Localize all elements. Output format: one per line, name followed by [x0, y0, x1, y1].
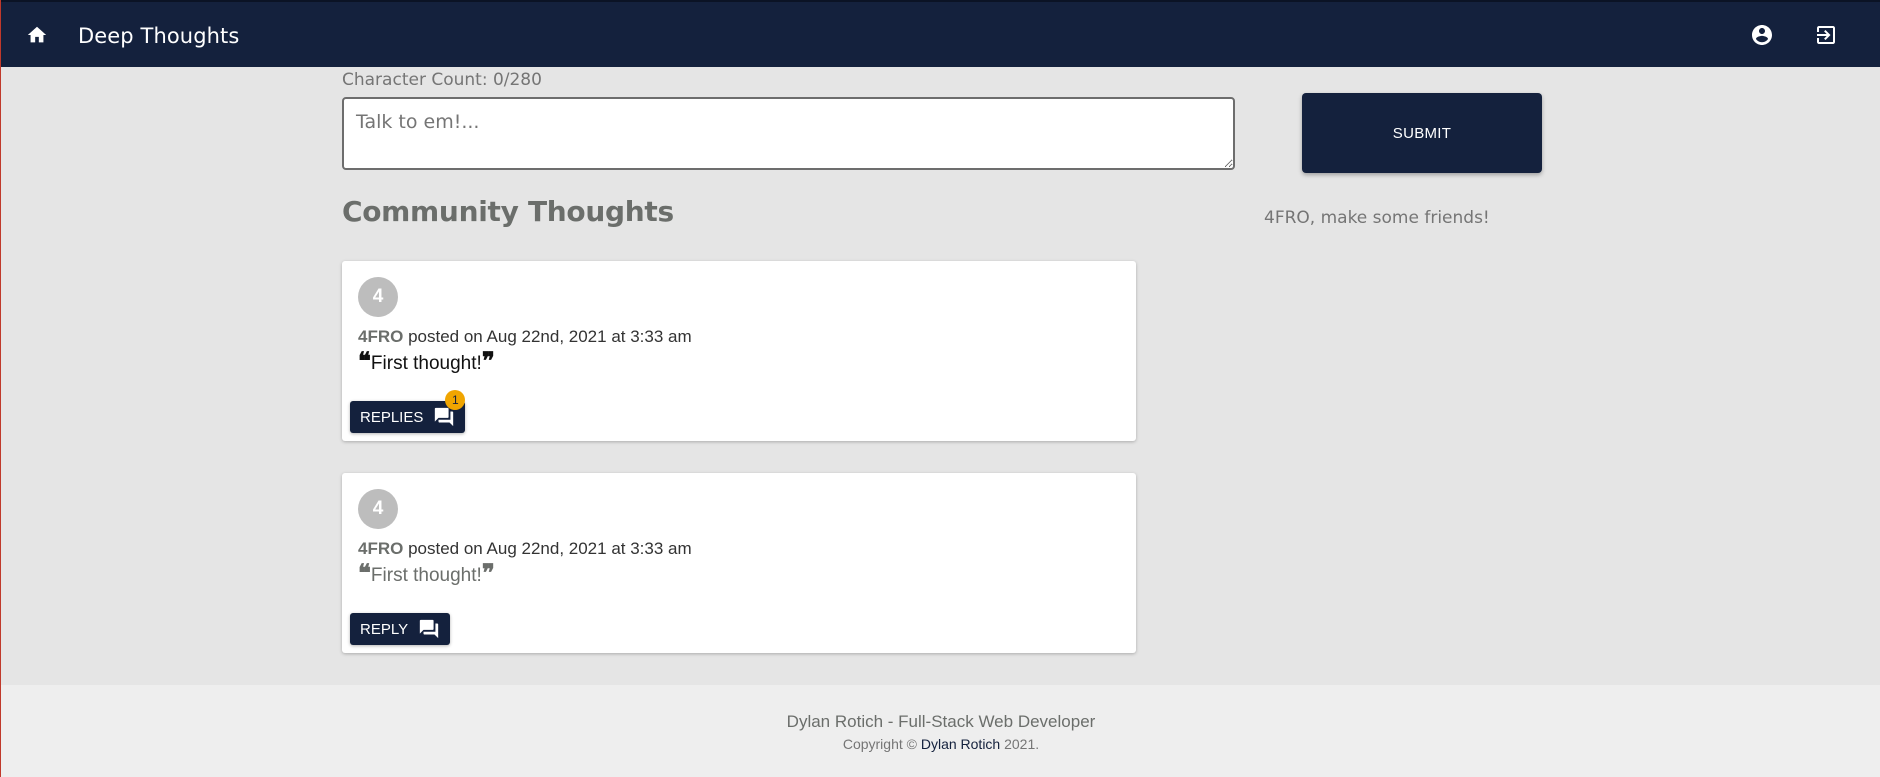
section-title: Community Thoughts: [342, 195, 674, 228]
thought-meta: 4FRO posted on Aug 22nd, 2021 at 3:33 am: [358, 327, 692, 347]
submit-button[interactable]: SUBMIT: [1302, 93, 1542, 173]
reply-button[interactable]: REPLY: [350, 613, 451, 645]
character-count: Character Count: 0/280: [342, 70, 542, 90]
copyright-prefix: Copyright ©: [842, 736, 917, 752]
open-quote-icon: ❝: [358, 558, 371, 587]
friends-message: 4FRO, make some friends!: [1264, 208, 1490, 228]
home-icon[interactable]: [23, 21, 51, 49]
thought-card: 4 4FRO posted on Aug 22nd, 2021 at 3:33 …: [342, 473, 1136, 653]
reply-count-badge: 1: [445, 390, 466, 410]
thought-author[interactable]: 4FRO: [358, 539, 403, 558]
thought-input[interactable]: [342, 97, 1235, 170]
thought-date: posted on Aug 22nd, 2021 at 3:33 am: [408, 539, 692, 558]
app-title[interactable]: Deep Thoughts: [78, 24, 239, 48]
thought-date: posted on Aug 22nd, 2021 at 3:33 am: [408, 327, 692, 346]
footer-copyright: Copyright © Dylan Rotich 2021.: [1, 736, 1880, 752]
avatar: 4: [358, 489, 398, 529]
open-quote-icon: ❝: [358, 346, 371, 375]
footer: Dylan Rotich - Full-Stack Web Developer …: [1, 685, 1880, 777]
forum-icon: [418, 618, 440, 640]
author-link[interactable]: Dylan Rotich: [921, 736, 1000, 752]
replies-button[interactable]: REPLIES 1: [350, 390, 466, 433]
logout-icon[interactable]: [1812, 21, 1840, 49]
footer-tagline: Dylan Rotich - Full-Stack Web Developer: [786, 712, 1096, 731]
top-app-bar: Deep Thoughts: [1, 0, 1880, 67]
replies-button-label: REPLIES: [360, 408, 424, 426]
thought-meta: 4FRO posted on Aug 22nd, 2021 at 3:33 am: [358, 539, 692, 559]
avatar: 4: [358, 277, 398, 317]
thought-body: First thought!: [370, 565, 482, 586]
thought-author[interactable]: 4FRO: [358, 327, 403, 346]
thought-body: First thought!: [370, 353, 482, 374]
thought-text: ❝ First thought! ❞: [358, 346, 495, 376]
close-quote-icon: ❞: [481, 558, 495, 587]
reply-button-label: REPLY: [360, 620, 409, 638]
thought-text: ❝ First thought! ❞: [358, 558, 495, 588]
copyright-year: 2021.: [1004, 736, 1040, 752]
account-circle-icon[interactable]: [1748, 21, 1776, 49]
thought-card: 4 4FRO posted on Aug 22nd, 2021 at 3:33 …: [342, 261, 1136, 441]
close-quote-icon: ❞: [481, 346, 495, 375]
forum-icon: 1: [433, 390, 466, 428]
